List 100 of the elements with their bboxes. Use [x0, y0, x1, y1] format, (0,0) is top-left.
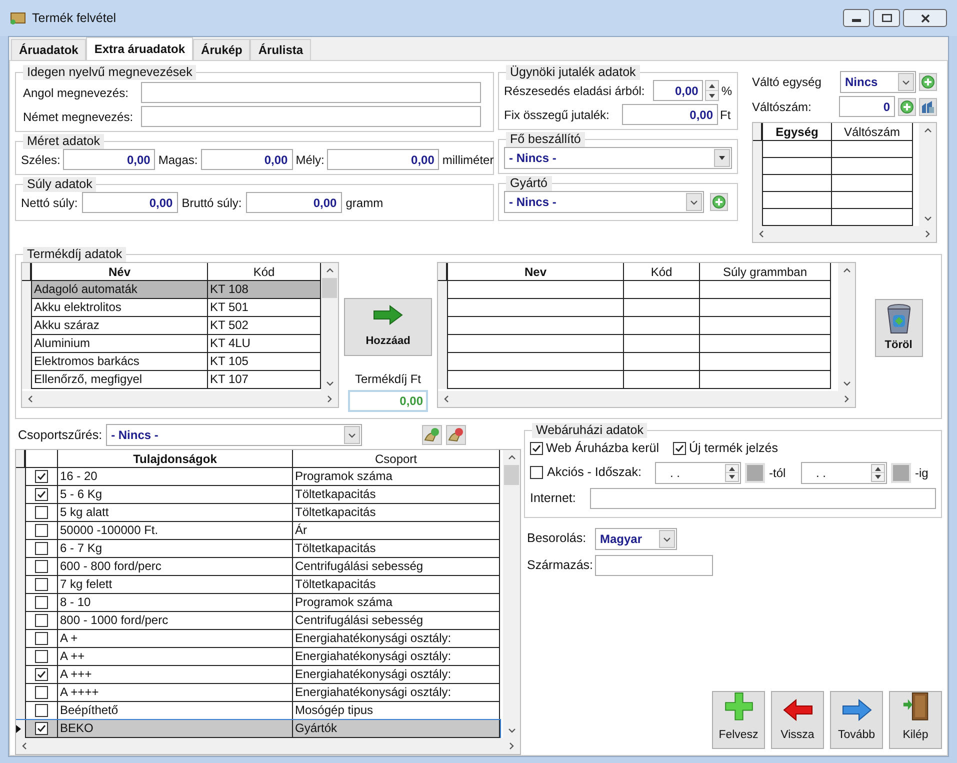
vertical-scrollbar[interactable]: [503, 450, 520, 738]
input-field[interactable]: 0: [839, 96, 895, 117]
fee-field[interactable]: 0,00: [348, 390, 428, 412]
input-field[interactable]: 0,00: [63, 149, 156, 170]
delete-button[interactable]: Töröl: [874, 299, 922, 357]
column-header[interactable]: Váltószám: [832, 123, 913, 141]
column-header[interactable]: Súly grammban: [700, 263, 831, 281]
date-field[interactable]: . .: [655, 462, 741, 484]
horizontal-scrollbar[interactable]: [753, 226, 936, 242]
table-row[interactable]: 50000 -100000 Ft. Ár: [16, 522, 500, 540]
checkbox[interactable]: [35, 506, 48, 519]
toolbar-button[interactable]: Vissza: [771, 691, 824, 749]
close-button[interactable]: [903, 9, 947, 27]
checkbox[interactable]: [35, 704, 48, 717]
table-row[interactable]: BEKO Gyártók: [16, 720, 500, 738]
dropdown[interactable]: Magyar: [595, 528, 677, 550]
dropdown[interactable]: Nincs: [840, 71, 916, 93]
row-indicator[interactable]: [438, 371, 448, 389]
table-row[interactable]: A ++++ Energiahatékonysági osztály:: [16, 684, 500, 702]
horizontal-scrollbar[interactable]: [22, 391, 338, 407]
color-swatch[interactable]: [891, 462, 911, 483]
input-field[interactable]: [141, 82, 481, 103]
maximize-button[interactable]: [873, 9, 900, 27]
input-field[interactable]: 0,00: [327, 149, 440, 170]
row-indicator[interactable]: [16, 702, 26, 720]
date-field[interactable]: . .: [801, 462, 887, 484]
checkbox[interactable]: [35, 596, 48, 609]
tab[interactable]: Árukép: [193, 39, 250, 60]
figures-icon[interactable]: [919, 98, 937, 116]
plus-icon[interactable]: [710, 193, 728, 211]
horizontal-scrollbar[interactable]: [16, 738, 520, 754]
vertical-scrollbar[interactable]: [919, 123, 936, 226]
checkbox[interactable]: [530, 466, 543, 480]
row-indicator[interactable]: [438, 281, 448, 299]
input-field[interactable]: [595, 554, 713, 576]
tab[interactable]: Áruadatok: [11, 39, 86, 60]
table-row[interactable]: 5 - 6 Kg Töltetkapacitás: [16, 486, 500, 504]
table-row[interactable]: 6 - 7 Kg Töltetkapacitás: [16, 540, 500, 558]
filter-add-icon[interactable]: [422, 425, 442, 445]
checkbox[interactable]: [35, 614, 48, 627]
checkbox[interactable]: [35, 542, 48, 555]
input-field[interactable]: 0,00: [82, 192, 178, 213]
dropdown[interactable]: - Nincs -: [106, 424, 362, 446]
input-field[interactable]: 0,00: [653, 80, 704, 101]
tab[interactable]: Árulista: [250, 39, 312, 60]
checkbox[interactable]: [673, 442, 686, 455]
table-row[interactable]: A ++ Energiahatékonysági osztály:: [16, 648, 500, 666]
column-header[interactable]: Nev: [448, 263, 624, 281]
checkbox[interactable]: [35, 722, 48, 735]
add-button[interactable]: Hozzáad: [344, 298, 432, 356]
dropdown[interactable]: - Nincs -: [504, 191, 704, 213]
row-indicator[interactable]: [16, 468, 26, 486]
row-indicator[interactable]: [16, 720, 26, 738]
input-field[interactable]: [141, 106, 481, 127]
plus-icon[interactable]: [898, 98, 916, 116]
checkbox[interactable]: [35, 560, 48, 573]
minimize-button[interactable]: [843, 9, 870, 27]
row-indicator[interactable]: [22, 281, 32, 299]
row-indicator[interactable]: [22, 371, 32, 389]
spin-buttons[interactable]: [725, 464, 739, 482]
checkbox[interactable]: [35, 650, 48, 663]
table-row[interactable]: 800 - 1000 ford/perc Centrifugálási sebesség: [16, 612, 500, 630]
input-field[interactable]: 0,00: [622, 104, 718, 125]
checkbox[interactable]: [35, 632, 48, 645]
checkbox[interactable]: [530, 442, 543, 455]
table-row[interactable]: 600 - 800 ford/perc Centrifugálási sebesség: [16, 558, 500, 576]
table-row[interactable]: A +++ Energiahatékonysági osztály:: [16, 666, 500, 684]
scroll-thumb[interactable]: [504, 465, 519, 485]
input-field[interactable]: 0,00: [200, 149, 293, 170]
checkbox[interactable]: [35, 524, 48, 537]
table-row[interactable]: 5 kg alatt Töltetkapacitás: [16, 504, 500, 522]
vertical-scrollbar[interactable]: [321, 263, 338, 391]
table-row[interactable]: Adagoló automaták KT 108: [22, 281, 321, 299]
checkbox[interactable]: [35, 668, 48, 681]
table-row[interactable]: 16 - 20 Programok száma: [16, 468, 500, 486]
table-row[interactable]: Aluminium KT 4LU: [22, 335, 321, 353]
horizontal-scrollbar[interactable]: [438, 391, 855, 407]
plus-icon[interactable]: [919, 73, 937, 91]
toolbar-button[interactable]: Kilép: [889, 691, 942, 749]
toolbar-button[interactable]: Tovább: [830, 691, 883, 749]
checkbox[interactable]: [35, 578, 48, 591]
spin-buttons[interactable]: [705, 80, 720, 101]
checkbox[interactable]: [35, 488, 48, 501]
table-row[interactable]: Akku elektrolitos KT 501: [22, 299, 321, 317]
table-row[interactable]: Ellenőrző, megfigyel KT 107: [22, 371, 321, 389]
tab[interactable]: Extra áruadatok: [86, 37, 194, 60]
checkbox[interactable]: [35, 686, 48, 699]
column-header[interactable]: Kód: [624, 263, 700, 281]
dropdown[interactable]: - Nincs -: [504, 147, 732, 169]
filter-remove-icon[interactable]: [446, 425, 466, 445]
vertical-scrollbar[interactable]: [838, 263, 855, 391]
input-field[interactable]: 0,00: [246, 192, 342, 213]
table-row[interactable]: Akku száraz KT 502: [22, 317, 321, 335]
color-swatch[interactable]: [745, 462, 765, 483]
table-row[interactable]: 8 - 10 Programok száma: [16, 594, 500, 612]
table-row[interactable]: Beépíthető Mosógép tipus: [16, 702, 500, 720]
table-row[interactable]: A + Energiahatékonysági osztály:: [16, 630, 500, 648]
input-field[interactable]: [590, 488, 936, 509]
scroll-thumb[interactable]: [322, 278, 337, 298]
table-row[interactable]: 7 kg felett Töltetkapacitás: [16, 576, 500, 594]
